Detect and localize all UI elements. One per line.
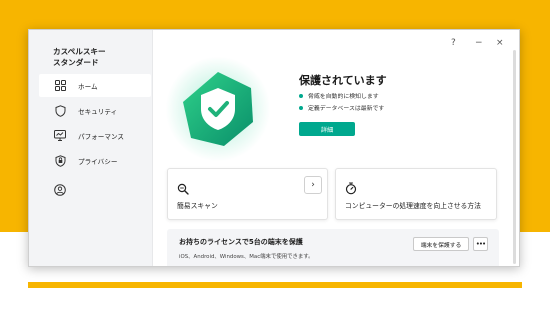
license-subtitle: iOS、Android、Windows、Mac端末で使用できます。 — [179, 254, 314, 260]
protect-device-button[interactable]: 端末を保護する — [413, 237, 469, 251]
minimize-button[interactable]: − — [475, 38, 483, 48]
sidebar-item-security[interactable]: セキュリティ — [39, 99, 151, 122]
status-text: 脅威を自動的に検知します — [308, 94, 379, 100]
status-text: 定義データベースは最新です — [308, 106, 385, 112]
close-button[interactable]: × — [496, 38, 504, 48]
sidebar-item-account[interactable] — [39, 178, 151, 201]
privacy-shield-icon — [53, 154, 67, 168]
scan-icon — [177, 180, 189, 195]
sidebar-item-label: セキュリティ — [78, 107, 118, 116]
sidebar: カスペルスキー スタンダード ホーム セキュリティ パフォーマンス プライバシー — [29, 30, 153, 266]
status-item: 脅威を自動的に検知します — [299, 91, 379, 100]
status-dot — [299, 93, 303, 98]
sidebar-item-home[interactable]: ホーム — [39, 74, 151, 97]
sidebar-item-label: パフォーマンス — [78, 132, 125, 141]
sidebar-item-performance[interactable]: パフォーマンス — [39, 124, 151, 147]
protection-status-title: 保護されています — [299, 74, 387, 87]
details-button[interactable]: 詳細 — [299, 122, 355, 136]
user-icon — [53, 183, 67, 197]
brand-title: カスペルスキー スタンダード — [53, 46, 143, 68]
shield-icon — [53, 104, 67, 118]
brand-line-1: カスペルスキー — [53, 47, 106, 56]
sidebar-item-label: プライバシー — [78, 157, 118, 166]
license-banner: お持ちのライセンスで5台の端末を保護 iOS、Android、Windows、M… — [167, 229, 499, 266]
more-options-button[interactable]: ••• — [473, 237, 488, 251]
app-window: カスペルスキー スタンダード ホーム セキュリティ パフォーマンス プライバシー… — [28, 29, 520, 267]
monitor-icon — [53, 129, 67, 143]
status-dot — [299, 105, 303, 110]
speed-up-label: コンピューターの処理速度を向上させる方法 — [345, 202, 481, 210]
sidebar-item-privacy[interactable]: プライバシー — [39, 149, 151, 172]
license-title: お持ちのライセンスで5台の端末を保護 — [179, 238, 303, 246]
quick-scan-arrow-button[interactable]: › — [304, 176, 322, 194]
home-icon — [53, 79, 67, 93]
protected-shield-icon — [183, 72, 253, 146]
stopwatch-icon — [345, 180, 357, 195]
brand-line-2: スタンダード — [53, 58, 99, 67]
chevron-right-icon: › — [311, 179, 315, 190]
quick-scan-label: 簡易スキャン — [177, 202, 218, 210]
yellow-bottom-bar — [28, 282, 522, 288]
help-button[interactable]: ? — [451, 38, 456, 48]
speed-up-card[interactable]: コンピューターの処理速度を向上させる方法 — [335, 168, 497, 220]
scrollbar[interactable] — [513, 50, 516, 264]
sidebar-item-label: ホーム — [78, 82, 98, 91]
quick-scan-card[interactable]: 簡易スキャン › — [167, 168, 328, 220]
status-item: 定義データベースは最新です — [299, 103, 384, 112]
